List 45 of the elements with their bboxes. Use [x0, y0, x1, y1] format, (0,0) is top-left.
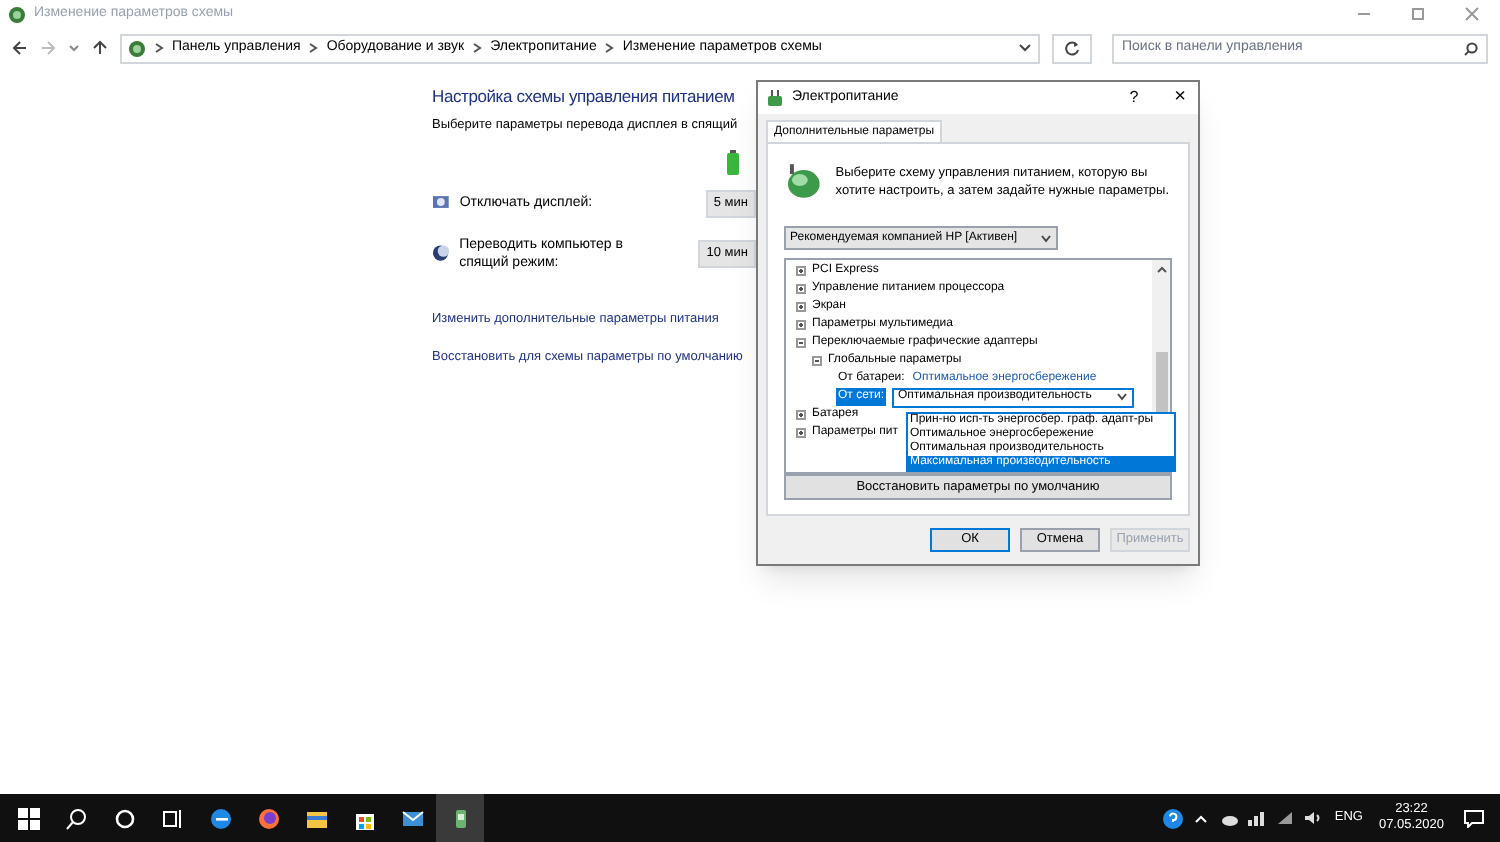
up-arrow-icon[interactable]: [92, 40, 108, 56]
control-panel-icon: [8, 5, 26, 23]
search-icon[interactable]: [65, 807, 87, 829]
expand-icon[interactable]: [796, 266, 806, 276]
search-icon: [1464, 41, 1478, 55]
dropdown-caret-icon: [1116, 392, 1128, 402]
speaker-icon[interactable]: [1304, 810, 1323, 826]
notification-icon[interactable]: [1464, 809, 1484, 827]
chevron-icon: [154, 42, 164, 54]
close-button[interactable]: ×: [1174, 88, 1186, 108]
help-button[interactable]: ?: [1129, 86, 1139, 110]
collapse-icon[interactable]: [796, 338, 806, 348]
expand-icon[interactable]: [796, 302, 806, 312]
refresh-button[interactable]: [1052, 33, 1092, 63]
control-panel-icon: [128, 39, 146, 57]
expand-icon[interactable]: [796, 410, 806, 420]
caret-up-icon[interactable]: [1194, 813, 1209, 823]
collapse-icon[interactable]: [812, 356, 822, 366]
dropdown-caret-icon[interactable]: [1018, 42, 1032, 54]
monitor-clock-icon: [432, 194, 450, 212]
maximize-icon[interactable]: [1410, 6, 1426, 22]
windows-logo-icon[interactable]: [17, 807, 39, 829]
wifi-icon[interactable]: [1276, 810, 1295, 826]
close-icon[interactable]: [1464, 6, 1480, 22]
folder-icon[interactable]: [305, 807, 327, 829]
cloud-icon[interactable]: [1220, 811, 1239, 825]
battery-icon: [726, 149, 740, 175]
task-view-icon[interactable]: [161, 807, 183, 829]
scroll-up-icon: [1155, 264, 1167, 276]
chevron-icon: [472, 42, 483, 54]
expand-icon[interactable]: [796, 428, 806, 438]
recent-caret-icon[interactable]: [68, 42, 80, 54]
help-icon[interactable]: [1162, 807, 1185, 829]
expand-icon[interactable]: [796, 284, 806, 294]
back-arrow-icon[interactable]: [12, 40, 28, 56]
moon-icon: [432, 244, 450, 262]
mail-icon[interactable]: [401, 807, 423, 829]
circle-icon[interactable]: [113, 807, 135, 829]
expand-icon[interactable]: [796, 320, 806, 330]
chevron-icon: [604, 42, 615, 54]
page-title: Настройка схемы управления питанием: [432, 84, 735, 110]
network-icon[interactable]: [1248, 810, 1267, 826]
refresh-icon: [1064, 40, 1080, 56]
chevron-icon: [308, 42, 319, 54]
dropdown-caret-icon: [1040, 233, 1052, 243]
